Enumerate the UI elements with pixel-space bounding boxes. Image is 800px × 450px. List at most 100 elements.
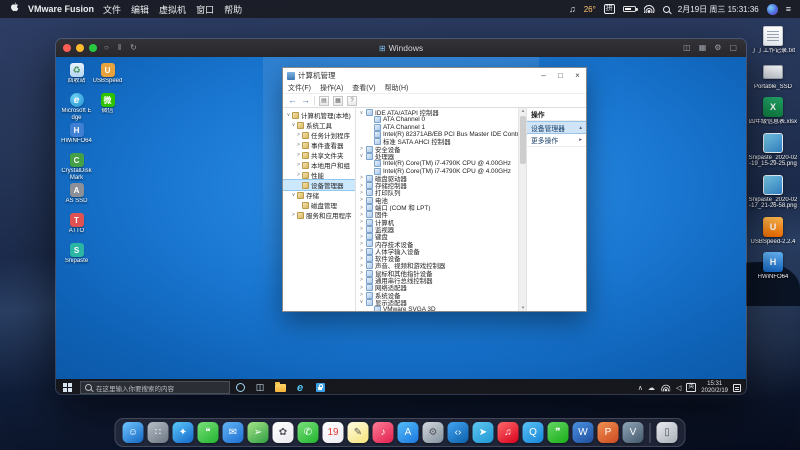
dock-facetime[interactable]: ✆ xyxy=(298,422,319,443)
task-view-button[interactable]: ◫ xyxy=(250,379,270,395)
edge-button[interactable]: e xyxy=(290,379,310,395)
windows-desktop-icon[interactable]: eMicrosoft Edge xyxy=(61,93,92,123)
device-tree-item[interactable]: Intel(R) 82371AB/EB PCI Bus Master IDE C… xyxy=(356,131,518,138)
device-tree-item[interactable]: ∨处理器 xyxy=(356,153,518,160)
help-icon[interactable]: ? xyxy=(347,96,357,106)
dock-maps[interactable]: ➢ xyxy=(248,422,269,443)
cm-menu-1[interactable]: 操作(A) xyxy=(320,83,343,93)
active-app-name[interactable]: VMware Fusion xyxy=(28,4,94,14)
windows-desktop-icon[interactable]: TATTO xyxy=(61,213,92,243)
windows-desktop-icon[interactable]: ♻回收站 xyxy=(61,63,92,93)
netease-music-status-icon[interactable]: ♫ xyxy=(569,4,576,14)
device-tree-item[interactable]: >打印队列 xyxy=(356,189,518,196)
cm-tree-item[interactable]: >事件查看器 xyxy=(283,140,355,150)
apple-menu-icon[interactable] xyxy=(9,2,19,16)
device-tree-item[interactable]: >声音、视频和游戏控制器 xyxy=(356,262,518,269)
dock-vmware-fusion[interactable]: V xyxy=(623,422,644,443)
device-tree-item[interactable]: >鼠标和其他指针设备 xyxy=(356,270,518,277)
vertical-scrollbar[interactable]: ▴ ▾ xyxy=(518,108,526,311)
device-tree-item[interactable]: Intel(R) Core(TM) i7-4790K CPU @ 4.00GHz xyxy=(356,160,518,167)
properties-icon[interactable]: ▦ xyxy=(333,96,343,106)
dock-wechat[interactable]: ❞ xyxy=(548,422,569,443)
dock-word[interactable]: W xyxy=(573,422,594,443)
dock-netease-music[interactable]: ♫ xyxy=(498,422,519,443)
menubar-menu-2[interactable]: 虚拟机 xyxy=(159,3,186,16)
windows-desktop-icon[interactable]: HHWiNFO64 xyxy=(61,123,92,153)
dock-notes[interactable]: ✎ xyxy=(348,422,369,443)
ime-indicator[interactable]: 英 xyxy=(686,383,696,392)
dock-system-preferences[interactable]: ⚙ xyxy=(423,422,444,443)
file-explorer-button[interactable] xyxy=(270,379,290,395)
settings-icon[interactable]: ⚙ xyxy=(712,44,723,52)
store-button[interactable] xyxy=(310,379,330,395)
windows-desktop-icon[interactable]: UUSBSpeed xyxy=(92,63,123,93)
fullscreen-icon[interactable]: ▢ xyxy=(727,44,739,52)
dock-launchpad[interactable]: ∷ xyxy=(148,422,169,443)
close-icon[interactable]: × xyxy=(569,68,586,83)
cm-title-bar[interactable]: 计算机管理 – □ × xyxy=(283,68,586,83)
dock-calendar[interactable]: 19 xyxy=(323,422,344,443)
dock-messages[interactable]: ❝ xyxy=(198,422,219,443)
device-tree-item[interactable]: 标准 SATA AHCI 控制器 xyxy=(356,138,518,145)
volume-icon[interactable]: ◁ xyxy=(676,384,681,392)
device-tree-item[interactable]: ATA Channel 0 xyxy=(356,116,518,123)
taskbar-clock[interactable]: 15:31 2020/2/19 xyxy=(701,381,728,395)
tray-expand-icon[interactable]: ∧ xyxy=(638,384,643,392)
cm-tree-item[interactable]: >服务和应用程序 xyxy=(283,210,355,220)
action-center-icon[interactable] xyxy=(733,384,741,392)
back-icon[interactable]: ← xyxy=(288,96,297,105)
device-tree-item[interactable]: >通用串行总线控制器 xyxy=(356,277,518,284)
device-tree-item[interactable]: ATA Channel 1 xyxy=(356,124,518,131)
device-tree-item[interactable]: ∨IDE ATA/ATAPI 控制器 xyxy=(356,109,518,116)
vmware-title-bar[interactable]: ○ ‖ ↻ ⊞Windows ◫ ▦ ⚙ ▢ xyxy=(56,39,746,57)
suspend-icon[interactable]: ‖ xyxy=(116,44,123,52)
menu-bar-clock[interactable]: 2月19日 周三 15:31:36 xyxy=(678,4,759,15)
maximize-icon[interactable]: □ xyxy=(552,68,569,83)
menubar-menu-0[interactable]: 文件 xyxy=(103,3,121,16)
device-tree-item[interactable]: >安全设备 xyxy=(356,145,518,152)
cm-tree-item[interactable]: 设备管理器 xyxy=(283,180,355,190)
device-tree-item[interactable]: >人体学输入设备 xyxy=(356,248,518,255)
scroll-down-icon[interactable]: ▾ xyxy=(519,305,527,311)
input-method-indicator[interactable]: 拼 xyxy=(604,4,615,14)
dock-safari[interactable]: ✦ xyxy=(173,422,194,443)
device-tree-item[interactable]: >内存技术设备 xyxy=(356,240,518,247)
dock-music[interactable]: ♪ xyxy=(373,422,394,443)
snapshots-icon[interactable]: ◫ xyxy=(681,44,693,52)
device-tree-item[interactable]: >固件 xyxy=(356,211,518,218)
restart-icon[interactable]: ↻ xyxy=(128,44,139,52)
close-button[interactable] xyxy=(63,44,71,52)
dock-finder[interactable]: ☺ xyxy=(123,422,144,443)
device-tree-item[interactable]: >存储控制器 xyxy=(356,182,518,189)
cm-menu-2[interactable]: 查看(V) xyxy=(352,83,375,93)
cm-menu-3[interactable]: 帮助(H) xyxy=(385,83,409,93)
cm-tree-item[interactable]: ∨计算机管理(本地) xyxy=(283,110,355,120)
cortana-button[interactable] xyxy=(230,379,250,395)
dock-telegram[interactable]: ➤ xyxy=(473,422,494,443)
display-grid-icon[interactable]: ▦ xyxy=(697,44,709,52)
onedrive-icon[interactable]: ☁ xyxy=(648,384,655,392)
notification-center-icon[interactable]: ≡ xyxy=(786,4,791,14)
desktop-file[interactable]: Snipaste_2020-02-19_15-29-25.png xyxy=(748,133,798,168)
device-tree-item[interactable]: >监视器 xyxy=(356,226,518,233)
dock-app-store[interactable]: A xyxy=(398,422,419,443)
device-tree-item[interactable]: VMware SVGA 3D xyxy=(356,306,518,311)
actions-more[interactable]: 更多操作 ▸ xyxy=(527,134,586,147)
device-tree-item[interactable]: >网络适配器 xyxy=(356,284,518,291)
desktop-file[interactable]: Snipaste_2020-02-17_21-26-58.png xyxy=(748,175,798,210)
device-tree-item[interactable]: >键盘 xyxy=(356,233,518,240)
dock-mail[interactable]: ✉ xyxy=(223,422,244,443)
device-tree-item[interactable]: >电池 xyxy=(356,197,518,204)
scroll-up-icon[interactable]: ▴ xyxy=(519,108,527,114)
device-tree-item[interactable]: >磁盘驱动器 xyxy=(356,175,518,182)
menubar-menu-1[interactable]: 编辑 xyxy=(131,3,149,16)
cm-tree-item[interactable]: >本地用户和组 xyxy=(283,160,355,170)
forward-icon[interactable]: → xyxy=(301,96,310,105)
menubar-menu-3[interactable]: 窗口 xyxy=(196,3,214,16)
menubar-menu-4[interactable]: 帮助 xyxy=(224,3,242,16)
device-tree-item[interactable]: >端口 (COM 和 LPT) xyxy=(356,204,518,211)
dock-photos[interactable]: ✿ xyxy=(273,422,294,443)
device-tree-item[interactable]: ∨显示适配器 xyxy=(356,299,518,306)
dock-qq[interactable]: Q xyxy=(523,422,544,443)
windows-desktop-icon[interactable]: SSnipaste xyxy=(61,243,92,273)
